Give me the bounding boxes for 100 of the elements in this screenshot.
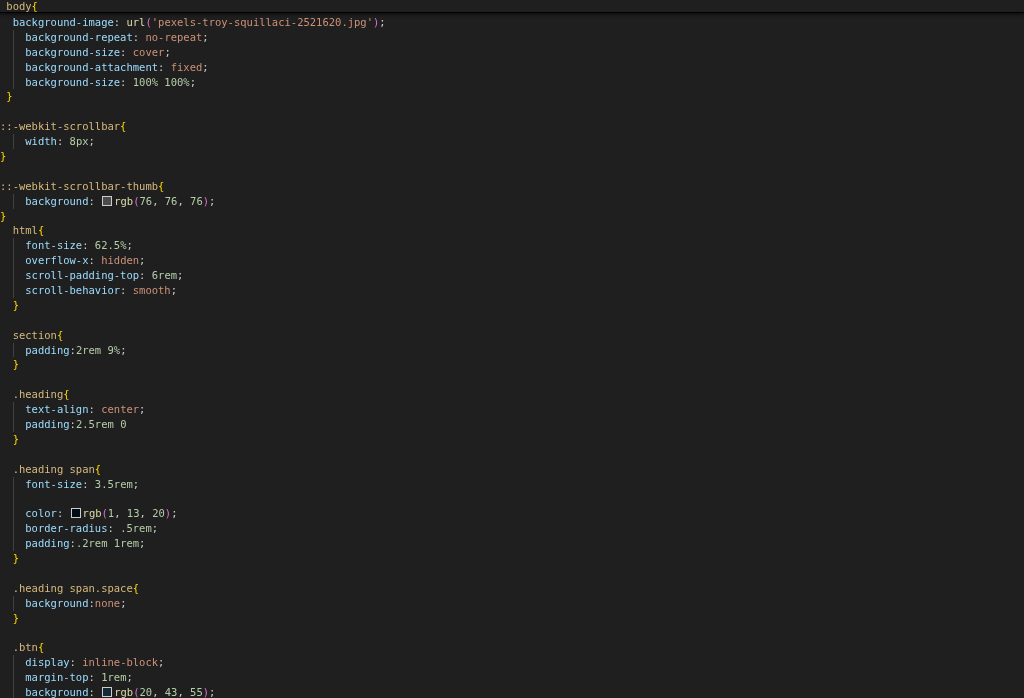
punctuation: :: [69, 656, 77, 669]
css-property: color: [24, 507, 57, 520]
punctuation: :: [69, 418, 76, 431]
punctuation: ;: [202, 60, 209, 73]
brace: }: [11, 432, 19, 445]
css-number: 55: [190, 686, 203, 698]
punctuation: :: [113, 16, 122, 28]
css-property: padding: [24, 418, 70, 431]
css-selector: .heading span: [11, 462, 95, 475]
punctuation: ;: [189, 75, 196, 88]
brace: }: [11, 611, 19, 624]
css-property: background-size: [24, 75, 121, 88]
css-value: smooth: [132, 284, 171, 297]
css-property: scroll-padding-top: [24, 269, 140, 282]
punctuation: ;: [209, 194, 216, 207]
brace: }: [11, 552, 19, 565]
punctuation: ;: [209, 686, 216, 698]
css-number: 76: [139, 194, 153, 207]
punctuation: ;: [88, 135, 95, 148]
punctuation: ;: [379, 16, 386, 28]
css-number: 20: [139, 686, 153, 698]
css-value: fixed: [170, 60, 203, 73]
punctuation: :: [120, 45, 128, 58]
parenthesis: (: [101, 507, 108, 520]
css-number: 43: [164, 686, 178, 698]
css-property: padding: [24, 537, 70, 550]
css-property: background-repeat: [24, 30, 133, 43]
css-number: .2rem 1rem: [75, 537, 140, 550]
css-value: no-repeat: [145, 30, 203, 43]
punctuation: ,: [114, 507, 122, 520]
css-property: background-image: [11, 16, 114, 28]
css-property: font-size: [24, 477, 83, 490]
css-property: background-attachment: [24, 60, 159, 73]
punctuation: ,: [177, 686, 185, 698]
css-number: 13: [126, 507, 140, 520]
color-swatch-icon[interactable]: [102, 195, 113, 206]
brace: {: [158, 179, 165, 192]
css-number: 2.5rem 0: [75, 418, 127, 431]
punctuation: ;: [158, 656, 165, 669]
css-number: 1rem: [101, 671, 127, 684]
punctuation: :: [158, 60, 166, 73]
color-swatch-icon[interactable]: [70, 508, 81, 519]
css-property: scroll-behavior: [24, 284, 121, 297]
punctuation: ,: [152, 686, 160, 698]
punctuation: :: [139, 269, 147, 282]
punctuation: ;: [126, 671, 133, 684]
brace: }: [0, 209, 7, 222]
brace: }: [11, 298, 19, 311]
brace: {: [56, 328, 64, 341]
punctuation: ;: [120, 343, 127, 356]
css-selector: section: [11, 328, 57, 341]
css-value: cover: [132, 45, 165, 58]
css-number: 3.5rem: [94, 477, 133, 490]
css-selector: .heading span.space: [11, 581, 133, 594]
css-number: .5rem: [120, 522, 152, 535]
css-property: width: [24, 135, 57, 148]
punctuation: :: [69, 537, 76, 550]
css-property: text-align: [24, 403, 89, 416]
punctuation: :: [69, 343, 76, 356]
brace: }: [11, 358, 19, 371]
punctuation: ;: [164, 45, 171, 58]
brace: }: [0, 150, 7, 162]
punctuation: :: [120, 284, 128, 297]
punctuation: :: [82, 239, 90, 252]
css-value: inline-block: [82, 656, 159, 669]
punctuation: ;: [171, 507, 178, 520]
brace: {: [94, 462, 102, 475]
punctuation: :: [88, 686, 96, 698]
css-selector: html: [11, 224, 38, 237]
punctuation: ;: [202, 30, 209, 43]
css-property: font-size: [24, 239, 83, 252]
parenthesis: ): [373, 16, 380, 28]
function-name: url: [126, 16, 146, 28]
parenthesis: (: [133, 686, 140, 698]
parenthesis: ): [164, 507, 172, 520]
punctuation: :: [56, 135, 65, 148]
punctuation: ;: [151, 522, 159, 535]
css-property: border-radius: [24, 522, 108, 535]
parenthesis: ): [202, 194, 210, 207]
punctuation: ;: [170, 284, 178, 297]
brace: {: [132, 581, 140, 594]
function-name: rgb: [114, 194, 134, 207]
punctuation: ;: [139, 403, 146, 416]
css-property: overflow-x: [24, 254, 89, 267]
punctuation: ,: [177, 194, 185, 207]
punctuation: :: [132, 30, 141, 43]
parenthesis: ): [202, 686, 210, 698]
color-swatch-icon[interactable]: [102, 687, 113, 698]
punctuation: :: [56, 507, 65, 520]
css-selector: body: [5, 0, 32, 12]
brace: {: [37, 641, 45, 654]
punctuation: ;: [177, 269, 184, 282]
punctuation: ;: [132, 477, 140, 490]
css-value: center: [101, 403, 140, 416]
punctuation: ;: [139, 254, 146, 267]
css-number: 20: [152, 507, 165, 520]
punctuation: ;: [126, 239, 133, 252]
css-number: 100% 100%: [132, 75, 190, 88]
punctuation: :: [88, 596, 95, 609]
css-number: 2rem 9%: [75, 343, 121, 356]
